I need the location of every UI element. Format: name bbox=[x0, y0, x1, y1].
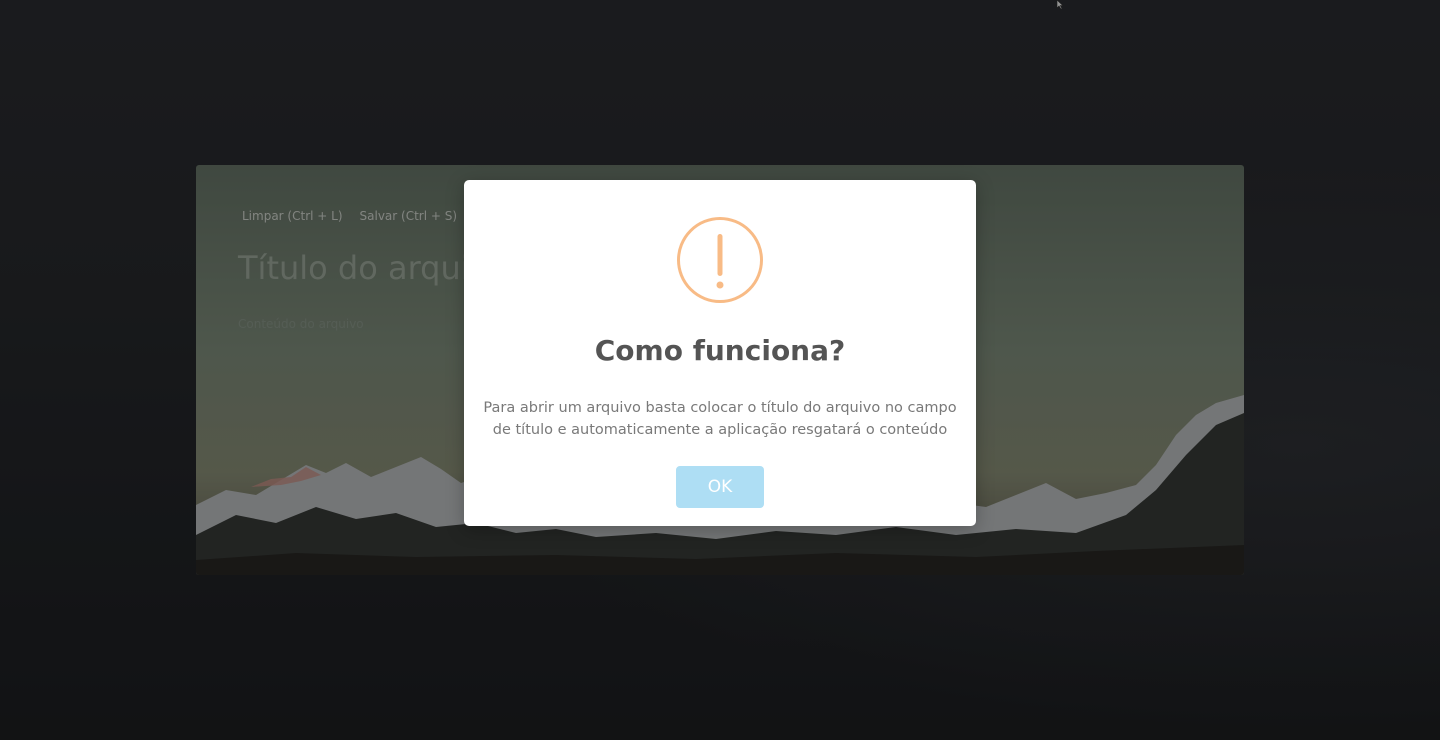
warning-icon bbox=[677, 217, 763, 303]
dialog-title: Como funciona? bbox=[594, 334, 846, 367]
dialog-message: Para abrir um arquivo basta colocar o tí… bbox=[483, 400, 957, 438]
ok-button[interactable]: OK bbox=[676, 466, 764, 508]
info-dialog: Como funciona? Para abrir um arquivo bas… bbox=[464, 180, 976, 526]
